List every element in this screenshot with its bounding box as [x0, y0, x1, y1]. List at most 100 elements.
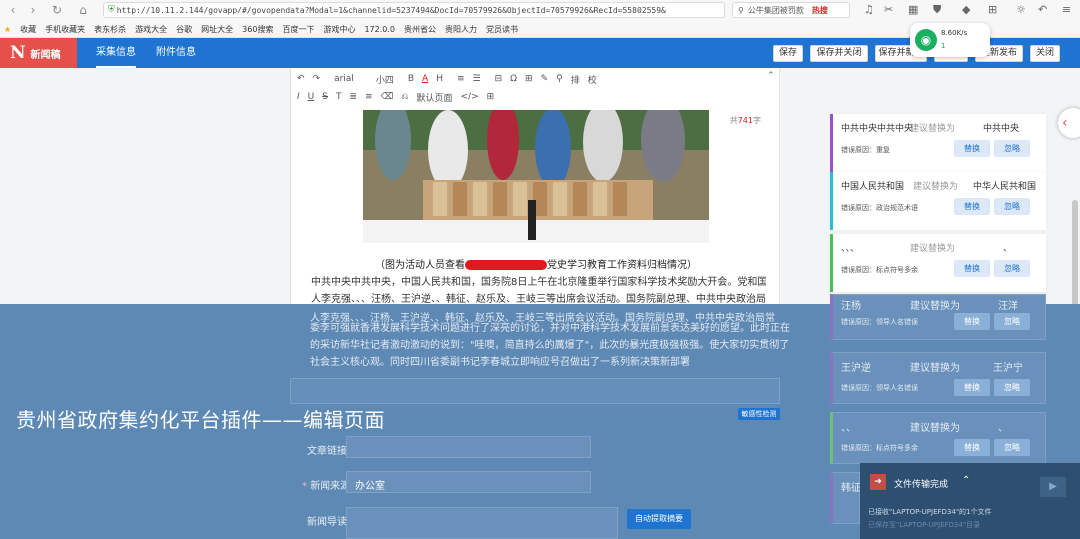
indent-icon[interactable]: ≣ [349, 92, 357, 102]
ignore-button[interactable]: 忽略 [994, 379, 1030, 396]
image-icon[interactable]: ⊟ [495, 74, 503, 84]
suggestion-card: 、、 建议替换为 、 错误原因：标点符号多余 替换 忽略 [830, 412, 1046, 464]
file-transfer-notification[interactable]: ➜ 文件传输完成 ⌃ 已接收"LAPTOP-UPJEFD34"的1个文件 已保存… [860, 463, 1080, 539]
bookmark-item[interactable]: 贵州省公 [404, 24, 436, 35]
back-icon[interactable]: ‹ [4, 3, 22, 17]
heading-icon[interactable]: H [436, 74, 443, 84]
bookmark-item[interactable]: 贵阳人力 [445, 24, 477, 35]
link-input[interactable] [346, 436, 591, 458]
suggestion-card: 王沪逆 建议替换为 王沪宁 错误原因：领导人名错误 替换 忽略 [830, 352, 1046, 404]
star-icon: ★ [4, 25, 12, 34]
rich-text-editor[interactable]: ↶ ↷ arial 小四 B A H ≡ ☰ ⊟ Ω ⊞ ✎ ⚲ 排 校 ⌃ I… [290, 68, 780, 305]
bookmark-item[interactable]: 172.0.0 [364, 25, 395, 34]
scissors-icon[interactable]: ✂ [884, 3, 893, 16]
page-style-select[interactable]: 默认页面 [417, 91, 453, 104]
replace-button[interactable]: 替换 [954, 439, 990, 456]
suggestion-reason: 错误原因：重复 [841, 146, 890, 154]
suggestion-original: 王沪逆 [841, 363, 871, 374]
italic-icon[interactable]: I [297, 92, 300, 102]
symbol-icon[interactable]: Ω [510, 74, 517, 84]
replace-button[interactable]: 替换 [954, 140, 990, 157]
chevron-up-icon[interactable]: ⌃ [962, 475, 970, 486]
font-color-icon[interactable]: A [422, 74, 428, 84]
bookmark-item[interactable]: 360搜索 [242, 24, 273, 35]
layout-button[interactable]: 排 [571, 73, 580, 86]
replace-button[interactable]: 替换 [954, 198, 990, 215]
hot-search-label: 热搜 [811, 5, 828, 15]
ignore-button[interactable]: 忽略 [994, 198, 1030, 215]
proofread-button[interactable]: 校 [588, 73, 597, 86]
sensitive-check-button[interactable]: 敏感性检测 [738, 408, 780, 420]
save-close-button[interactable]: 保存并关闭 [810, 45, 868, 62]
suggestion-original: 汪杨 [841, 301, 861, 312]
bookmark-item[interactable]: 手机收藏夹 [45, 24, 85, 35]
extension-icon[interactable]: ♫ [864, 3, 874, 16]
source-label: * 新闻来源 [302, 477, 350, 492]
forward-chat-icon[interactable]: ▶ [1040, 477, 1066, 497]
bookmark-item[interactable]: 游戏大全 [135, 24, 167, 35]
reload-icon[interactable]: ↻ [48, 3, 66, 17]
strikethrough-icon[interactable]: S [322, 92, 328, 102]
bookmark-item[interactable]: 收藏 [20, 24, 36, 35]
close-button[interactable]: 关闭 [1030, 45, 1060, 62]
shield-ext-icon[interactable]: ⛊ [933, 3, 941, 17]
line-height-icon[interactable]: ≡ [365, 92, 373, 102]
format-painter-icon[interactable]: ⎌ [401, 92, 408, 102]
assistant-fab[interactable]: ‹ [1058, 108, 1080, 138]
bookmark-item[interactable]: 谷歌 [176, 24, 192, 35]
text-format-icon[interactable]: T [336, 92, 342, 102]
redo-icon[interactable]: ↷ [313, 74, 321, 84]
forward-icon[interactable]: › [24, 3, 42, 17]
photo-illustration [363, 110, 709, 243]
font-family-select[interactable]: arial [334, 74, 354, 84]
brightness-icon[interactable]: ☼ [1016, 3, 1026, 16]
apps-grid-icon[interactable]: ⊞ [988, 3, 997, 16]
ignore-button[interactable]: 忽略 [994, 140, 1030, 157]
wifi-widget[interactable]: ◉ 8.60K/s 1 [910, 23, 990, 57]
article-line: 中共中央中共中央，中国人民共和国，国务院8日上午在北京隆重举行国家科学技术奖励大… [311, 277, 766, 288]
bookmark-item[interactable]: 百度一下 [282, 24, 314, 35]
source-code-icon[interactable]: </> [461, 92, 479, 102]
tab-attachments[interactable]: 附件信息 [156, 38, 196, 68]
word-count-prefix: 共 [729, 116, 738, 125]
game-icon[interactable]: ◆ [962, 3, 970, 16]
align-icon[interactable]: ≡ [457, 74, 465, 84]
find-icon[interactable]: ⚲ [556, 74, 563, 84]
bookmark-item[interactable]: 党员读书 [486, 24, 518, 35]
replace-button[interactable]: 替换 [954, 313, 990, 330]
menu-icon[interactable]: ≡ [1062, 3, 1071, 16]
wifi-icon: ◉ [915, 29, 937, 51]
bold-icon[interactable]: B [408, 74, 414, 84]
list-icon[interactable]: ☰ [473, 74, 481, 84]
article-photo[interactable] [363, 110, 709, 243]
undo-icon[interactable]: ↶ [297, 74, 305, 84]
fullscreen-icon[interactable]: ⊞ [487, 92, 495, 102]
wifi-device-count: 1 [941, 42, 946, 50]
ignore-button[interactable]: 忽略 [994, 313, 1030, 330]
tab-collect-info[interactable]: 采集信息 [96, 38, 136, 68]
edit-icon[interactable]: ✎ [541, 74, 549, 84]
replace-button[interactable]: 替换 [954, 379, 990, 396]
bookmark-item[interactable]: 表东杉杀 [94, 24, 126, 35]
shield-icon: ⛨ [108, 5, 115, 15]
home-icon[interactable]: ⌂ [74, 3, 92, 17]
translate-icon[interactable]: ▦ [908, 3, 918, 16]
browser-search-box[interactable]: ⚲ 公牛集团被罚款 热搜 [732, 2, 850, 18]
clear-format-icon[interactable]: ⌫ [381, 92, 394, 102]
bookmark-item[interactable]: 游戏中心 [323, 24, 355, 35]
replace-button[interactable]: 替换 [954, 260, 990, 277]
ignore-button[interactable]: 忽略 [994, 439, 1030, 456]
table-icon[interactable]: ⊞ [525, 74, 533, 84]
undo-icon[interactable]: ↶ [1038, 3, 1047, 16]
bookmark-item[interactable]: 网址大全 [201, 24, 233, 35]
source-input[interactable]: 办公室 [346, 471, 591, 493]
collapse-toolbar-icon[interactable]: ⌃ [767, 71, 775, 81]
ignore-button[interactable]: 忽略 [994, 260, 1030, 277]
url-bar[interactable]: ⛨ http://10.11.2.144/govapp/#/govopendat… [103, 2, 725, 18]
summary-label: 新闻导读 [307, 517, 347, 528]
save-button[interactable]: 保存 [773, 45, 803, 62]
underline-icon[interactable]: U [308, 92, 315, 102]
summary-textarea[interactable] [346, 507, 618, 539]
auto-summary-button[interactable]: 自动提取摘要 [627, 509, 691, 529]
font-size-select[interactable]: 小四 [376, 73, 394, 86]
